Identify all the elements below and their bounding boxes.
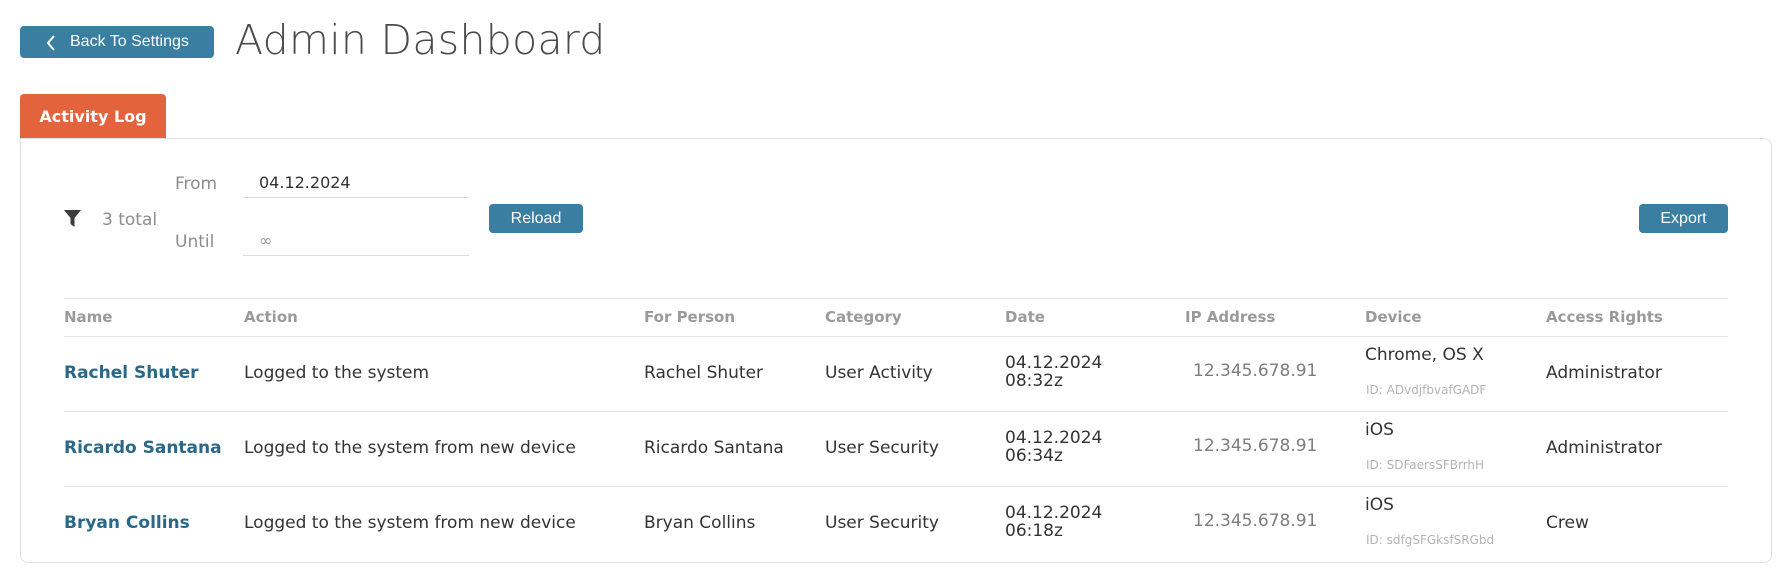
row-device-id: ID: ADvdjfbvafGADF xyxy=(1366,383,1487,397)
row-category: User Security xyxy=(825,438,939,458)
row-access-rights: Crew xyxy=(1546,513,1589,533)
row-access-rights: Administrator xyxy=(1546,438,1662,458)
until-label: Until xyxy=(175,232,215,252)
row-action: Logged to the system xyxy=(244,363,430,383)
row-date-time: 06:18z xyxy=(1005,521,1063,541)
row-date-time: 06:34z xyxy=(1005,446,1063,466)
filter-icon[interactable] xyxy=(64,210,81,228)
table-row: Bryan Collins Logged to the system from … xyxy=(64,487,1728,562)
page-title: Admin Dashboard xyxy=(235,16,606,64)
row-name-link[interactable]: Rachel Shuter xyxy=(64,363,199,383)
column-header-access-rights: Access Rights xyxy=(1546,308,1663,326)
from-label: From xyxy=(175,174,218,194)
row-device-id: ID: SDFaersSFBrrhH xyxy=(1366,458,1485,472)
row-date-day: 04.12.2024 xyxy=(1005,503,1103,523)
column-header-for-person: For Person xyxy=(644,308,736,326)
row-for-person: Bryan Collins xyxy=(644,513,756,533)
row-device: Chrome, OS X xyxy=(1365,345,1484,365)
row-category: User Security xyxy=(825,513,939,533)
row-name-link[interactable]: Ricardo Santana xyxy=(64,438,222,458)
column-header-action: Action xyxy=(244,308,298,326)
row-device: iOS xyxy=(1365,495,1394,515)
row-date-day: 04.12.2024 xyxy=(1005,353,1103,373)
row-for-person: Ricardo Santana xyxy=(644,438,784,458)
column-header-device: Device xyxy=(1365,308,1422,326)
chevron-left-icon xyxy=(46,35,55,51)
tab-activity-log[interactable]: Activity Log xyxy=(20,94,166,139)
row-date-time: 08:32z xyxy=(1005,371,1063,391)
row-name-link[interactable]: Bryan Collins xyxy=(64,513,190,533)
row-ip-address: 12.345.678.91 xyxy=(1193,436,1318,456)
table-row: Rachel Shuter Logged to the system Rache… xyxy=(64,337,1728,412)
row-date: 04.12.2024 06:34z xyxy=(1005,429,1102,465)
row-for-person: Rachel Shuter xyxy=(644,363,764,383)
until-date-input[interactable] xyxy=(243,226,469,256)
export-button[interactable]: Export xyxy=(1639,204,1728,233)
column-header-ip-address: IP Address xyxy=(1185,308,1276,326)
back-to-settings-button[interactable]: Back To Settings xyxy=(20,26,214,58)
row-device: iOS xyxy=(1365,420,1394,440)
reload-button[interactable]: Reload xyxy=(489,204,583,233)
row-ip-address: 12.345.678.91 xyxy=(1193,361,1318,381)
column-header-category: Category xyxy=(825,308,902,326)
row-ip-address: 12.345.678.91 xyxy=(1193,511,1318,531)
total-count: 3 total xyxy=(102,210,158,230)
column-header-name: Name xyxy=(64,308,113,326)
table-divider xyxy=(64,298,1728,299)
row-action: Logged to the system from new device xyxy=(244,513,576,533)
row-date-day: 04.12.2024 xyxy=(1005,428,1103,448)
from-date-input[interactable] xyxy=(243,168,469,198)
column-header-date: Date xyxy=(1005,308,1045,326)
row-device-id: ID: sdfgSFGksfSRGbd xyxy=(1366,533,1495,547)
row-action: Logged to the system from new device xyxy=(244,438,576,458)
row-access-rights: Administrator xyxy=(1546,363,1662,383)
row-category: User Activity xyxy=(825,363,933,383)
row-date: 04.12.2024 06:18z xyxy=(1005,504,1102,540)
back-button-label: Back To Settings xyxy=(70,33,189,50)
table-row: Ricardo Santana Logged to the system fro… xyxy=(64,412,1728,487)
row-date: 04.12.2024 08:32z xyxy=(1005,354,1102,390)
